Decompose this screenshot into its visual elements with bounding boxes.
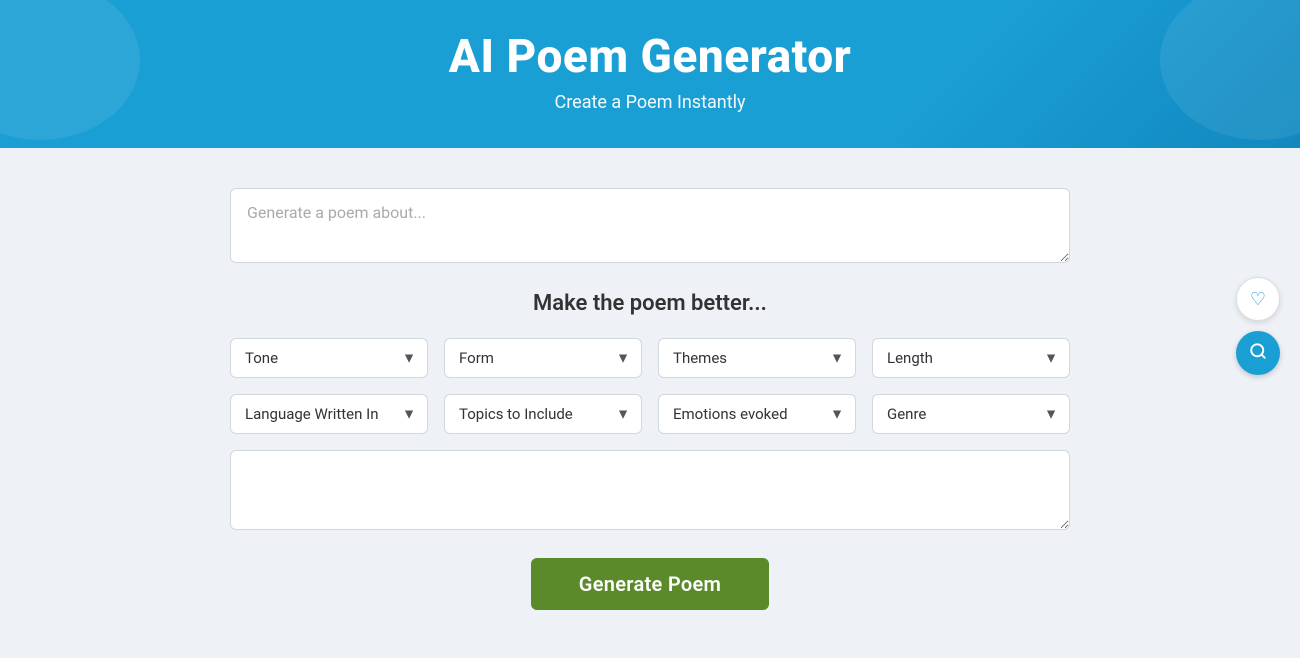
main-content: Make the poem better... Tone Happy Sad S… [0,148,1300,658]
search-icon [1249,342,1267,365]
floating-buttons: ♡ [1236,277,1280,375]
generate-poem-button[interactable]: Generate Poem [531,558,769,610]
tone-select[interactable]: Tone Happy Sad Serious Humorous Romantic [230,338,428,378]
length-dropdown-wrapper: Length Short Medium Long ▼ [872,338,1070,378]
heart-button[interactable]: ♡ [1236,277,1280,321]
dropdowns-row-1: Tone Happy Sad Serious Humorous Romantic… [230,338,1070,378]
form-select[interactable]: Form Sonnet Haiku Free Verse Limerick Od… [444,338,642,378]
language-dropdown-wrapper: Language Written In English Spanish Fren… [230,394,428,434]
page-title: AI Poem Generator [20,30,1280,84]
output-area[interactable] [230,450,1070,530]
page-subtitle: Create a Poem Instantly [20,92,1280,113]
topics-dropdown-wrapper: Topics to Include Love Nature Adventure … [444,394,642,434]
heart-icon: ♡ [1250,289,1266,310]
dropdowns-row-2: Language Written In English Spanish Fren… [230,394,1070,434]
form-dropdown-wrapper: Form Sonnet Haiku Free Verse Limerick Od… [444,338,642,378]
genre-select[interactable]: Genre Lyric Narrative Dramatic Epic [872,394,1070,434]
page-header: AI Poem Generator Create a Poem Instantl… [0,0,1300,148]
themes-select[interactable]: Themes Love Nature Death War Hope [658,338,856,378]
poem-input[interactable] [230,188,1070,263]
emotions-dropdown-wrapper: Emotions evoked Joy Sadness Fear Anger S… [658,394,856,434]
tone-dropdown-wrapper: Tone Happy Sad Serious Humorous Romantic… [230,338,428,378]
emotions-select[interactable]: Emotions evoked Joy Sadness Fear Anger S… [658,394,856,434]
topics-select[interactable]: Topics to Include Love Nature Adventure … [444,394,642,434]
length-select[interactable]: Length Short Medium Long [872,338,1070,378]
make-better-label: Make the poem better... [533,291,767,316]
search-button[interactable] [1236,331,1280,375]
themes-dropdown-wrapper: Themes Love Nature Death War Hope ▼ [658,338,856,378]
genre-dropdown-wrapper: Genre Lyric Narrative Dramatic Epic ▼ [872,394,1070,434]
language-select[interactable]: Language Written In English Spanish Fren… [230,394,428,434]
